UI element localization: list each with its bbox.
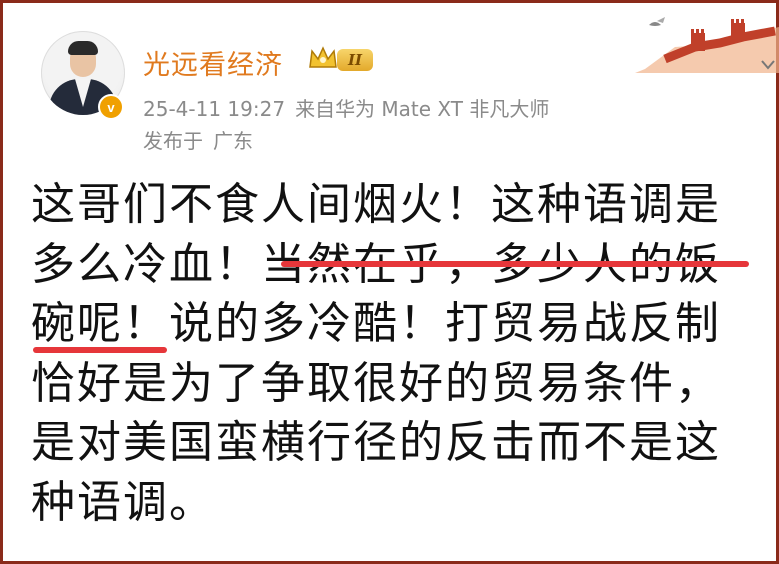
author-name[interactable]: 光远看经济 bbox=[143, 43, 283, 82]
source-prefix: 来自 bbox=[295, 97, 336, 121]
post-line: 是对美国蛮横行径的反击而不是这 bbox=[31, 417, 721, 468]
post-meta: 25-4-11 19:27 来自华为 Mate XT 非凡大师 bbox=[143, 93, 559, 122]
verified-v-icon: v bbox=[98, 94, 124, 120]
post-line: 碗呢！说的多冷酷！打贸易战反制 bbox=[31, 298, 721, 349]
post-line: 这哥们不食人间烟火！这种语调是 bbox=[31, 179, 721, 230]
member-level-badge: II bbox=[337, 49, 373, 71]
device-name[interactable]: 华为 Mate XT 非凡大师 bbox=[335, 97, 549, 121]
weibo-post-card: v 光远看经济 II 25-4-11 19:27 来自华为 Mate XT 非凡大… bbox=[0, 0, 779, 564]
post-timestamp: 25-4-11 19:27 bbox=[143, 97, 286, 121]
location-prefix: 发布于 bbox=[143, 129, 203, 153]
highlight-underline bbox=[281, 261, 749, 267]
post-line: 种语调。 bbox=[31, 476, 215, 528]
highlight-underline bbox=[33, 347, 167, 353]
great-wall-decoration-icon bbox=[635, 17, 779, 73]
post-location: 发布于 广东 bbox=[143, 125, 263, 154]
post-body: 这哥们不食人间烟火！这种语调是 多么冷血！当然在乎，多少人的饭 碗呢！说的多冷酷… bbox=[31, 175, 761, 532]
chevron-down-icon[interactable] bbox=[760, 58, 776, 72]
post-line: 恰好是为了争取很好的贸易条件， bbox=[31, 357, 721, 409]
location-region: 广东 bbox=[213, 129, 253, 153]
crown-icon bbox=[309, 46, 337, 68]
